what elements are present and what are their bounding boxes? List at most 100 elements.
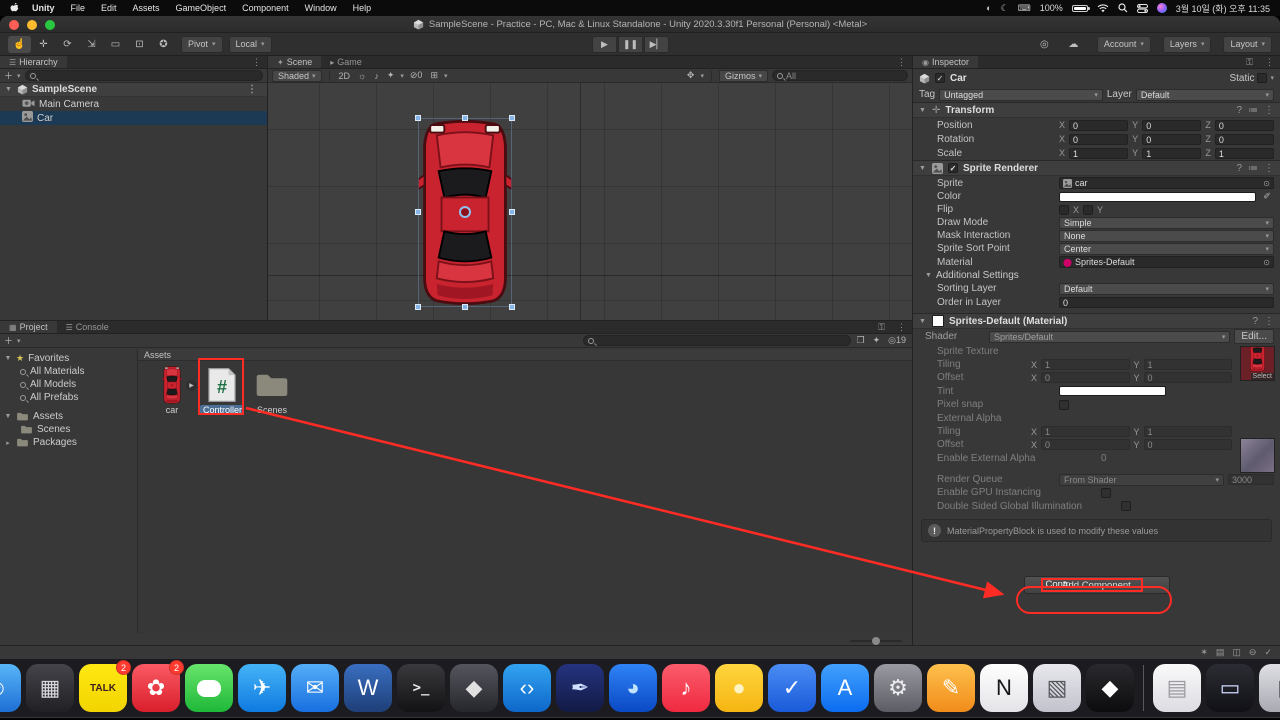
sorting-layer-dropdown[interactable]: Default▾ [1059, 283, 1274, 295]
preset-icon[interactable]: ≔ [1248, 105, 1258, 116]
dock-unity-editor-icon[interactable]: ◆ [1086, 664, 1134, 712]
custom-tool-icon[interactable]: ✪ [152, 36, 175, 53]
dock-terminal-icon[interactable]: >_ [397, 664, 445, 712]
project-search[interactable] [583, 335, 851, 346]
dock-annotate-icon[interactable]: ✎ [927, 664, 975, 712]
selection-handle[interactable] [509, 304, 515, 310]
rotation-z-field[interactable]: 0 [1215, 134, 1274, 145]
layout-dropdown[interactable]: Layout▾ [1223, 36, 1272, 53]
project-add-button[interactable]: ＋ [4, 334, 13, 347]
play-button[interactable]: ▶ [592, 36, 617, 53]
order-in-layer-field[interactable]: 0 [1059, 297, 1274, 308]
dock-vscode-icon[interactable]: ‹› [503, 664, 551, 712]
dock-unity-hub-icon[interactable]: ◆ [450, 664, 498, 712]
gameobject-name[interactable]: Car [950, 73, 967, 84]
scene-menu-icon[interactable]: ⋮ [241, 84, 263, 95]
sprite-object-field[interactable]: car ⊙ [1059, 177, 1274, 189]
dock-kakaotalk-icon[interactable]: TALK2 [79, 664, 127, 712]
dock-finder-icon[interactable]: ☺ [0, 664, 21, 712]
minimize-window-button[interactable] [27, 20, 37, 30]
hierarchy-menu-icon[interactable]: ⋮ [246, 56, 267, 68]
hierarchy-search-input[interactable] [39, 71, 258, 81]
hand-tool-icon[interactable]: ☝ [8, 36, 31, 53]
project-lock-icon[interactable]: ⚿ [872, 321, 891, 333]
scale-y-field[interactable]: 1 [1142, 148, 1201, 159]
tiling-x-field[interactable]: 1 [1041, 359, 1129, 370]
zoom-window-button[interactable] [45, 20, 55, 30]
hierarchy-add-button[interactable]: ＋ [4, 69, 13, 82]
status-icon[interactable]: ⊖ [1249, 647, 1257, 658]
offset-x-field[interactable]: 0 [1041, 372, 1129, 383]
transform-header[interactable]: ▼ ✛ Transform ? ≔ ⋮ [913, 102, 1280, 118]
dock-messages-icon[interactable] [185, 664, 233, 712]
gizmos-dropdown[interactable]: Gizmos▾ [719, 70, 768, 82]
menu-unity[interactable]: Unity [24, 3, 63, 13]
local-toggle[interactable]: Local▾ [229, 36, 272, 53]
2d-toggle[interactable]: 2D [337, 71, 353, 81]
help-icon[interactable]: ? [1236, 163, 1242, 174]
render-queue-dropdown[interactable]: From Shader▾ [1059, 474, 1224, 486]
asset-car[interactable]: ▶car [150, 367, 194, 415]
dock-paper-plane-icon[interactable]: ✈ [238, 664, 286, 712]
effects-caret[interactable]: ▾ [400, 72, 404, 80]
scale-z-field[interactable]: 1 [1215, 148, 1274, 159]
offset-y-field[interactable]: 0 [1144, 372, 1232, 383]
pivot-handle[interactable] [459, 206, 471, 218]
active-checkbox[interactable]: ✓ [935, 73, 945, 83]
siri-icon[interactable] [1157, 3, 1167, 13]
mask-interaction-dropdown[interactable]: None▾ [1059, 230, 1274, 242]
scene-menu-icon[interactable]: ⋮ [891, 56, 912, 68]
hierarchy-search[interactable] [25, 70, 263, 81]
menu-component[interactable]: Component [234, 3, 297, 13]
foldout-icon[interactable]: ▼ [925, 272, 932, 279]
material-header[interactable]: ▼ Sprites-Default (Material) ? ⋮ [913, 313, 1280, 329]
inspector-menu-icon[interactable]: ⋮ [1259, 56, 1280, 68]
project-breadcrumb[interactable]: Assets [138, 349, 912, 361]
sprite-texture-thumbnail[interactable]: Select [1240, 346, 1275, 381]
offset2-y-field[interactable]: 0 [1144, 439, 1232, 450]
menu-file[interactable]: File [63, 3, 94, 13]
dock-document-window-icon[interactable]: ▤ [1153, 664, 1201, 712]
effects-toggle-icon[interactable]: ✦ [385, 70, 397, 81]
scale-tool-icon[interactable]: ⇲ [80, 36, 103, 53]
color-swatch[interactable] [1059, 192, 1256, 202]
rect-tool-icon[interactable]: ▭ [104, 36, 127, 53]
selection-handle[interactable] [415, 304, 421, 310]
pivot-toggle[interactable]: Pivot▾ [181, 36, 223, 53]
texture-select-button[interactable]: Select [1251, 373, 1274, 380]
status-icon[interactable]: ▤ [1216, 647, 1225, 658]
dsgi-checkbox[interactable] [1121, 501, 1131, 511]
menu-assets[interactable]: Assets [125, 3, 168, 13]
dock-todo-icon[interactable]: ✓ [768, 664, 816, 712]
help-icon[interactable]: ? [1252, 316, 1258, 327]
inspector-lock-icon[interactable]: ⚿ [1240, 56, 1259, 68]
asset-controller[interactable]: Controller [200, 367, 244, 415]
dock-browser-icon[interactable]: ◕ [609, 664, 657, 712]
assets-folder-row[interactable]: ▼ Assets [0, 410, 137, 423]
close-window-button[interactable] [9, 20, 19, 30]
status-icon[interactable]: ✶ [1200, 647, 1208, 658]
alpha-texture-thumbnail[interactable] [1240, 438, 1275, 473]
scenes-folder-row[interactable]: Scenes [0, 423, 137, 436]
display-icon[interactable]: ◐ [986, 3, 991, 13]
rotation-x-field[interactable]: 0 [1069, 134, 1128, 145]
account-dropdown[interactable]: Account▾ [1097, 36, 1151, 53]
step-button[interactable]: ▶▏ [644, 36, 669, 53]
moon-icon[interactable]: ☾ [1001, 3, 1009, 14]
dock-word-icon[interactable]: W [344, 664, 392, 712]
scene-canvas[interactable] [268, 83, 912, 320]
dock-launchpad-icon[interactable]: ▦ [26, 664, 74, 712]
eyedropper-icon[interactable]: ✐ [1260, 191, 1274, 202]
pixel-snap-checkbox[interactable] [1059, 400, 1069, 410]
preset-icon[interactable]: ≔ [1248, 163, 1258, 174]
menu-bar-clock[interactable]: 3월 10일 (화) 오후 11:35 [1176, 2, 1270, 15]
object-picker-icon[interactable]: ⊙ [1263, 179, 1270, 188]
object-picker-icon[interactable]: ⊙ [1263, 258, 1270, 267]
shader-dropdown[interactable]: Sprites/Default▾ [989, 331, 1230, 343]
dock-gray-app-icon[interactable]: ▧ [1033, 664, 1081, 712]
gpu-instancing-checkbox[interactable] [1101, 488, 1111, 498]
hidden-objects-icon[interactable]: ⊘0 [408, 70, 425, 81]
transform-tool-icon[interactable]: ⊡ [128, 36, 151, 53]
sprite-expander-icon[interactable]: ▶ [186, 380, 197, 391]
sprite-renderer-enabled-checkbox[interactable]: ✓ [948, 163, 958, 173]
